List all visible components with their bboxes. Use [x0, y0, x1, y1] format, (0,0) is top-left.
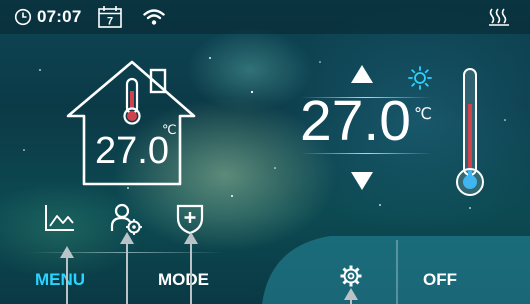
annotation-arrow-line [190, 243, 192, 304]
annotation-arrow-line [126, 243, 128, 304]
menu-button[interactable]: MENU [35, 270, 85, 290]
off-button[interactable]: OFF [423, 270, 457, 290]
mode-button[interactable]: MODE [158, 270, 209, 290]
annotation-arrow-line [350, 299, 352, 304]
settings-gear-icon[interactable] [339, 264, 363, 288]
bottom-panel [262, 236, 530, 304]
annotation-arrow-line [66, 257, 68, 304]
thermostat-screen: 07:07 7 27.0 ℃ 27.0 ℃ MENU MODE OFF [0, 0, 530, 304]
